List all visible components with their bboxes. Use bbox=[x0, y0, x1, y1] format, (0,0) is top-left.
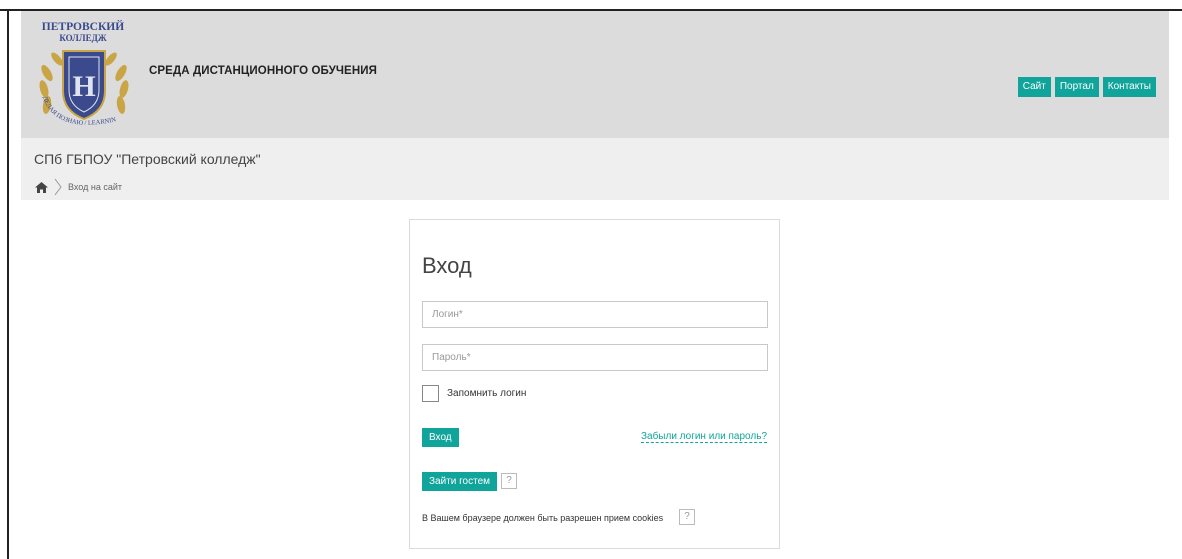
logo-name-line2: КОЛЛЕДЖ bbox=[59, 33, 106, 43]
college-logo[interactable]: ПЕТРОВСКИЙ КОЛЛЕДЖ Н ДЕЛАЯ ПОЗНАЮ / LEAR… bbox=[31, 12, 149, 135]
guest-help-icon[interactable]: ? bbox=[501, 473, 517, 489]
site-title: СРЕДА ДИСТАНЦИОННОГО ОБУЧЕНИЯ bbox=[149, 65, 377, 77]
window-border-left bbox=[7, 9, 9, 559]
site-header: ПЕТРОВСКИЙ КОЛЛЕДЖ Н ДЕЛАЯ ПОЗНАЮ / LEAR… bbox=[21, 11, 1169, 138]
login-panel: Вход Запомнить логин Вход Забыли логин и… bbox=[409, 219, 780, 549]
svg-text:Н: Н bbox=[72, 70, 95, 103]
guest-login-button[interactable]: Зайти гостем bbox=[422, 472, 498, 491]
remember-label: Запомнить логин bbox=[447, 388, 527, 399]
nav-portal-button[interactable]: Портал bbox=[1054, 77, 1099, 97]
login-button[interactable]: Вход bbox=[422, 428, 459, 447]
org-name: СПб ГБПОУ "Петровский колледж" bbox=[34, 151, 261, 167]
home-icon[interactable] bbox=[35, 181, 48, 193]
nav-site-button[interactable]: Сайт bbox=[1017, 77, 1051, 97]
password-input[interactable] bbox=[422, 344, 768, 371]
breadcrumb-current[interactable]: Вход на сайт bbox=[68, 182, 122, 192]
top-nav: Сайт Портал Контакты bbox=[1017, 77, 1156, 97]
username-input[interactable] bbox=[422, 301, 768, 328]
remember-checkbox[interactable] bbox=[422, 385, 439, 402]
forgot-password-link[interactable]: Забыли логин или пароль? bbox=[640, 431, 767, 443]
college-crest-icon: ПЕТРОВСКИЙ КОЛЛЕДЖ Н ДЕЛАЯ ПОЗНАЮ / LEAR… bbox=[31, 12, 129, 127]
breadcrumb: Вход на сайт bbox=[35, 178, 122, 196]
cookies-notice: В Вашем браузере должен быть разрешен пр… bbox=[422, 513, 664, 523]
page-header-bar: СПб ГБПОУ "Петровский колледж" Вход на с… bbox=[21, 138, 1169, 200]
cookies-help-icon[interactable]: ? bbox=[679, 509, 695, 525]
remember-login[interactable]: Запомнить логин bbox=[422, 385, 526, 402]
logo-name-line1: ПЕТРОВСКИЙ bbox=[42, 19, 124, 33]
breadcrumb-separator-icon bbox=[54, 178, 62, 196]
login-title: Вход bbox=[422, 253, 472, 278]
nav-contacts-button[interactable]: Контакты bbox=[1102, 77, 1156, 97]
